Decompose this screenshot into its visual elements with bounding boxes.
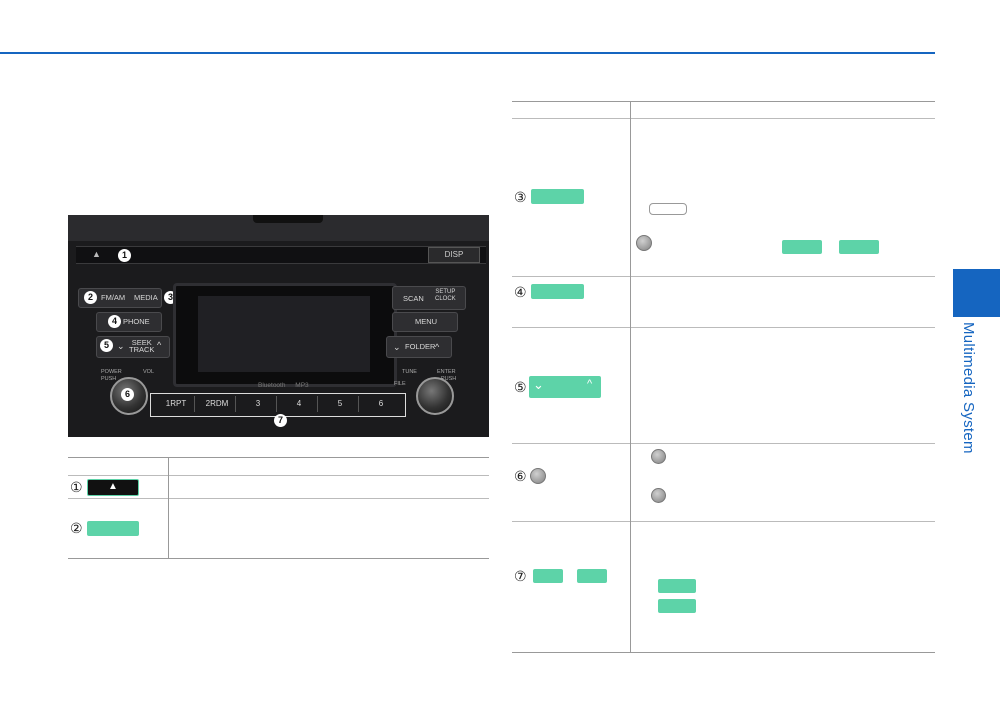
callout-6: 6 xyxy=(121,388,134,401)
row-number: ① xyxy=(70,479,83,495)
callout-1: 1 xyxy=(118,249,131,262)
row-number: ④ xyxy=(514,284,527,300)
knob-icon xyxy=(651,488,666,503)
chevron-down-icon: ⌄ xyxy=(533,377,544,392)
preset-key-icon xyxy=(577,569,607,583)
preset-6-button: 6 xyxy=(378,399,384,408)
chevron-up-icon: ^ xyxy=(157,340,162,350)
media-key-icon xyxy=(531,189,584,204)
section-tab xyxy=(953,269,1000,317)
key-icon xyxy=(782,240,822,254)
left-table-row-rule xyxy=(68,498,489,499)
knob-icon xyxy=(636,235,652,251)
chevron-down-icon: ⌄ xyxy=(117,341,125,351)
dash-notch xyxy=(253,215,323,223)
callout-4: 4 xyxy=(108,315,121,328)
row-number: ⑥ xyxy=(514,468,527,484)
preset-3-button: 3 xyxy=(240,396,277,412)
right-table-row-rule xyxy=(512,118,935,119)
chevron-down-icon: ⌄ xyxy=(393,342,401,352)
preset-key-icon xyxy=(658,599,696,613)
scan-setup-button: SCAN SETUP CLOCK xyxy=(392,286,466,310)
display-screen xyxy=(173,283,397,387)
row-number: ③ xyxy=(514,189,527,205)
left-table-row-rule xyxy=(68,475,489,476)
preset-5-button: 5 xyxy=(322,396,359,412)
eject-icon: ▲ xyxy=(92,249,101,259)
right-table-row-rule xyxy=(512,327,935,328)
preset-key-icon xyxy=(533,569,563,583)
right-table-header-rule xyxy=(512,101,935,102)
right-table-bottom-rule xyxy=(512,652,935,653)
preset-4-button: 4 xyxy=(281,396,318,412)
preset-key-icon xyxy=(658,579,696,593)
eject-icon: ▲ xyxy=(108,481,118,492)
left-table-bottom-rule xyxy=(68,558,489,559)
chevron-up-icon: ^ xyxy=(435,342,440,352)
phone-key-icon xyxy=(531,284,584,299)
phone-button: PHONE xyxy=(96,312,162,332)
power-knob-icon xyxy=(530,468,546,484)
row-number: ⑦ xyxy=(514,568,527,584)
right-table-column-rule xyxy=(630,101,631,652)
preset-1-button: 1RPT xyxy=(158,396,195,412)
cd-slot xyxy=(76,246,486,264)
seek-track-key-icon: ⌄ ^ xyxy=(529,376,601,398)
row-number: ⑤ xyxy=(514,379,527,395)
callout-7: 7 xyxy=(274,414,287,427)
right-table-row-rule xyxy=(512,521,935,522)
disp-button: DISP xyxy=(428,247,480,263)
chevron-up-icon: ^ xyxy=(587,378,593,390)
small-key-icon xyxy=(649,203,687,215)
menu-button: MENU xyxy=(392,312,458,332)
knob-icon xyxy=(651,449,666,464)
preset-2-button: 2RDM xyxy=(199,396,236,412)
key-icon xyxy=(839,240,879,254)
audio-head-unit-photo: ▲ 1 DISP FM/AM MEDIA 2 3 PHONE 4 ⌄ SEEK … xyxy=(68,215,489,437)
folder-button: ⌄ FOLDER ^ xyxy=(386,336,452,358)
tune-file-knob xyxy=(416,377,454,415)
callout-2: 2 xyxy=(84,291,97,304)
callout-5: 5 xyxy=(100,339,113,352)
fm-am-key-icon xyxy=(87,521,139,536)
header-rule xyxy=(0,52,935,54)
section-label: Multimedia System xyxy=(960,322,977,454)
row-number: ② xyxy=(70,520,83,536)
left-table-column-rule xyxy=(168,457,169,558)
left-table-header-rule xyxy=(68,457,489,458)
right-table-row-rule xyxy=(512,276,935,277)
eject-key-icon: ▲ xyxy=(87,479,139,496)
bluetooth-mp3-logo: Bluetooth MP3 xyxy=(258,382,309,389)
right-table-row-rule xyxy=(512,443,935,444)
